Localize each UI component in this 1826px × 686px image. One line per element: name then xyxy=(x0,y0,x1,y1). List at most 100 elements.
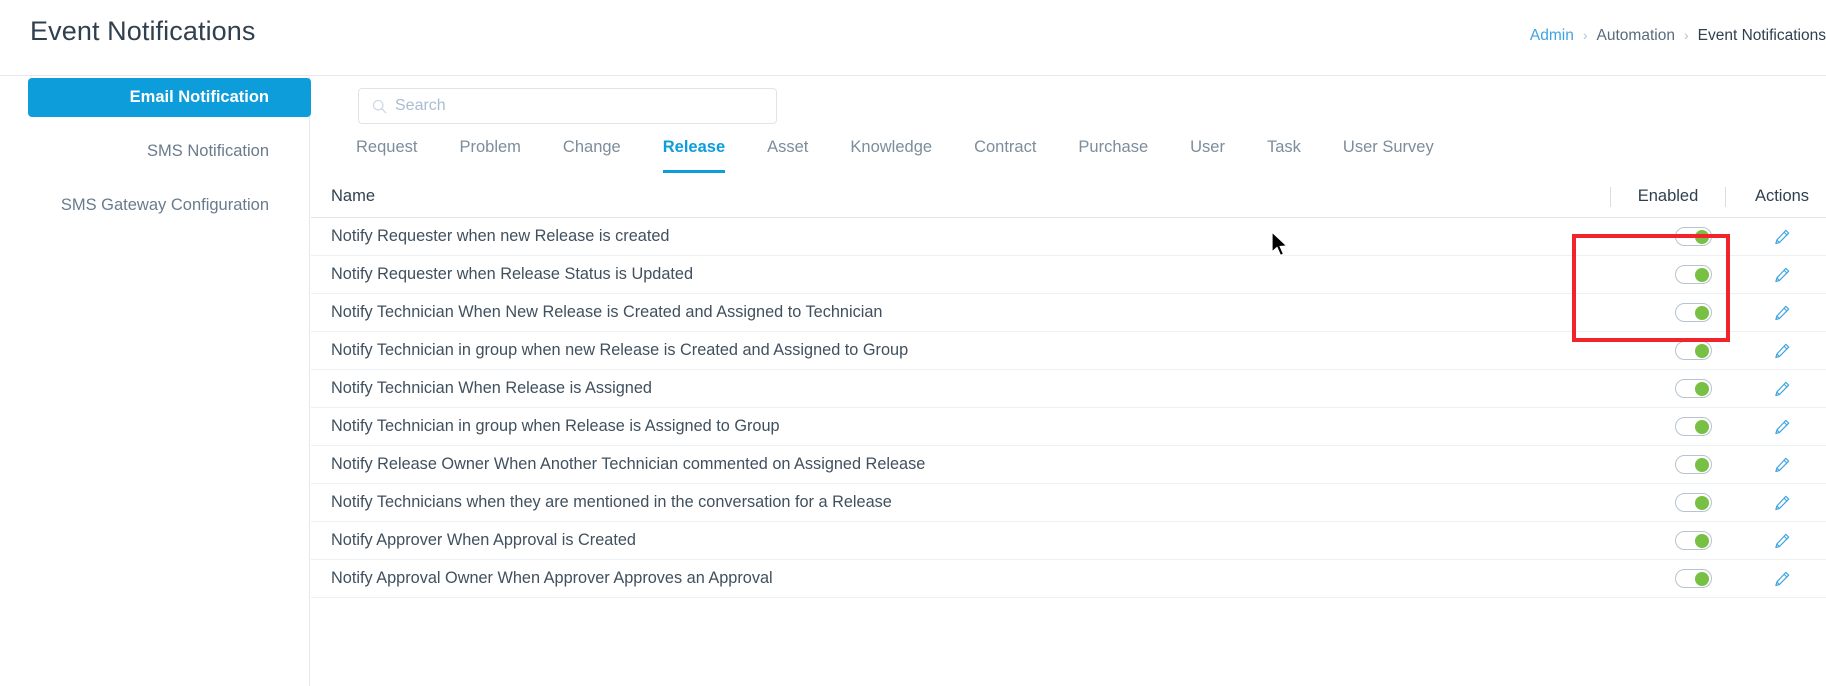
enabled-toggle[interactable] xyxy=(1674,493,1712,512)
tab-knowledge[interactable]: Knowledge xyxy=(850,133,932,173)
enabled-toggle[interactable] xyxy=(1674,569,1712,588)
table-row[interactable]: Notify Release Owner When Another Techni… xyxy=(311,446,1826,484)
pencil-icon[interactable] xyxy=(1773,380,1791,398)
actions-cell xyxy=(1738,570,1826,588)
table-row[interactable]: Notify Technicians when they are mention… xyxy=(311,484,1826,522)
notification-name: Notify Approver When Approval is Created xyxy=(331,531,636,549)
tab-user[interactable]: User xyxy=(1190,133,1225,173)
table-body: Notify Requester when new Release is cre… xyxy=(311,218,1826,598)
pencil-icon[interactable] xyxy=(1773,266,1791,284)
pencil-icon[interactable] xyxy=(1773,228,1791,246)
page-header: Event Notifications Admin › Automation ›… xyxy=(0,0,1826,76)
table-row[interactable]: Notify Technician in group when Release … xyxy=(311,408,1826,446)
table-row[interactable]: Notify Approval Owner When Approver Appr… xyxy=(311,560,1826,598)
notification-name: Notify Requester when new Release is cre… xyxy=(331,227,670,245)
enabled-toggle[interactable] xyxy=(1674,341,1712,360)
sidebar-item-sms-gateway-configuration[interactable]: SMS Gateway Configuration xyxy=(28,186,311,225)
enabled-toggle[interactable] xyxy=(1674,455,1712,474)
search-input[interactable] xyxy=(395,97,765,115)
enabled-cell xyxy=(1648,265,1738,284)
actions-cell xyxy=(1738,380,1826,398)
column-divider xyxy=(1725,186,1726,207)
tab-purchase[interactable]: Purchase xyxy=(1078,133,1148,173)
breadcrumb-item-admin[interactable]: Admin xyxy=(1530,27,1574,45)
module-tabs: Request Problem Change Release Asset Kno… xyxy=(335,133,1455,176)
table-row[interactable]: Notify Technician When New Release is Cr… xyxy=(311,294,1826,332)
table-row[interactable]: Notify Approver When Approval is Created xyxy=(311,522,1826,560)
table-row[interactable]: Notify Requester when Release Status is … xyxy=(311,256,1826,294)
toggle-knob xyxy=(1694,571,1709,586)
enabled-cell xyxy=(1648,493,1738,512)
enabled-toggle[interactable] xyxy=(1674,227,1712,246)
search-container xyxy=(358,88,777,124)
notification-name: Notify Technician When Release is Assign… xyxy=(331,379,652,397)
pencil-icon[interactable] xyxy=(1773,570,1791,588)
search-icon xyxy=(372,99,387,113)
enabled-toggle[interactable] xyxy=(1674,303,1712,322)
tab-user-survey[interactable]: User Survey xyxy=(1343,133,1434,173)
toggle-knob xyxy=(1694,267,1709,282)
breadcrumb-item-event-notifications: Event Notifications xyxy=(1697,27,1826,44)
toggle-knob xyxy=(1694,343,1709,358)
tab-request[interactable]: Request xyxy=(356,133,417,173)
enabled-cell xyxy=(1648,569,1738,588)
enabled-toggle[interactable] xyxy=(1674,265,1712,284)
sidebar-item-label: Email Notification xyxy=(129,88,269,106)
actions-cell xyxy=(1738,304,1826,322)
toggle-knob xyxy=(1694,457,1709,472)
notification-name: Notify Approval Owner When Approver Appr… xyxy=(331,569,773,587)
column-divider xyxy=(1610,186,1611,207)
pencil-icon[interactable] xyxy=(1773,494,1791,512)
enabled-cell xyxy=(1648,341,1738,360)
toggle-knob xyxy=(1694,305,1709,320)
notifications-table: Name Enabled Actions Notify Requester wh… xyxy=(311,176,1826,598)
toggle-knob xyxy=(1694,419,1709,434)
tab-contract[interactable]: Contract xyxy=(974,133,1036,173)
enabled-toggle[interactable] xyxy=(1674,417,1712,436)
toggle-knob xyxy=(1694,533,1709,548)
actions-cell xyxy=(1738,532,1826,550)
tab-asset[interactable]: Asset xyxy=(767,133,808,173)
tab-task[interactable]: Task xyxy=(1267,133,1301,173)
notification-name: Notify Release Owner When Another Techni… xyxy=(331,455,926,473)
pencil-icon[interactable] xyxy=(1773,456,1791,474)
search-box[interactable] xyxy=(358,88,777,124)
actions-cell xyxy=(1738,266,1826,284)
notification-name: Notify Technician When New Release is Cr… xyxy=(331,303,883,321)
tab-problem[interactable]: Problem xyxy=(459,133,520,173)
enabled-cell xyxy=(1648,303,1738,322)
sidebar-item-label: SMS Gateway Configuration xyxy=(60,196,269,214)
table-row[interactable]: Notify Technician in group when new Rele… xyxy=(311,332,1826,370)
enabled-cell xyxy=(1648,379,1738,398)
tab-change[interactable]: Change xyxy=(563,133,621,173)
main-content: Request Problem Change Release Asset Kno… xyxy=(311,77,1826,686)
toggle-knob xyxy=(1694,495,1709,510)
actions-cell xyxy=(1738,228,1826,246)
chevron-right-icon: › xyxy=(1683,27,1689,43)
pencil-icon[interactable] xyxy=(1773,418,1791,436)
actions-cell xyxy=(1738,456,1826,474)
enabled-cell xyxy=(1648,455,1738,474)
sidebar-item-email-notification[interactable]: Email Notification xyxy=(28,78,311,117)
pencil-icon[interactable] xyxy=(1773,342,1791,360)
breadcrumb: Admin › Automation › Event Notifications xyxy=(1530,27,1826,45)
notification-name: Notify Technician in group when new Rele… xyxy=(331,341,909,359)
pencil-icon[interactable] xyxy=(1773,304,1791,322)
tab-release[interactable]: Release xyxy=(662,133,726,173)
pencil-icon[interactable] xyxy=(1773,532,1791,550)
toggle-knob xyxy=(1694,381,1709,396)
enabled-toggle[interactable] xyxy=(1674,531,1712,550)
table-row[interactable]: Notify Requester when new Release is cre… xyxy=(311,218,1826,256)
enabled-cell xyxy=(1648,531,1738,550)
enabled-toggle[interactable] xyxy=(1674,379,1712,398)
actions-cell xyxy=(1738,342,1826,360)
page-title: Event Notifications xyxy=(30,16,256,46)
table-row[interactable]: Notify Technician When Release is Assign… xyxy=(311,370,1826,408)
sidebar-item-sms-notification[interactable]: SMS Notification xyxy=(28,132,311,171)
toggle-knob xyxy=(1694,229,1709,244)
sidebar: Email Notification SMS Notification SMS … xyxy=(0,77,311,686)
column-header-actions: Actions xyxy=(1754,187,1810,205)
breadcrumb-item-automation[interactable]: Automation xyxy=(1597,27,1675,45)
notification-name: Notify Technician in group when Release … xyxy=(331,417,780,435)
